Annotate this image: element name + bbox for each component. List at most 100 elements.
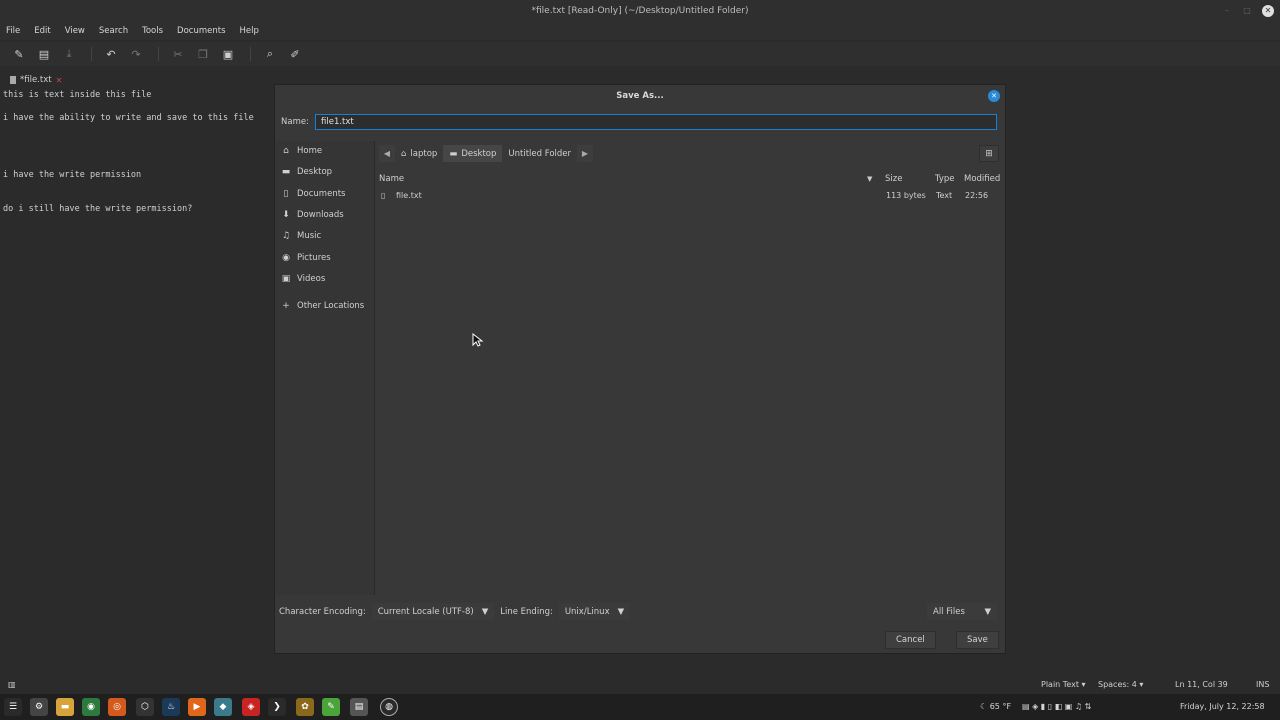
file-row[interactable]: ▯ file.txt 113 bytes Text 22:56: [375, 188, 1007, 204]
spaces-select[interactable]: Spaces: 4 ▾: [1098, 676, 1143, 694]
chevron-down-icon: ▼: [984, 606, 991, 617]
vlc-app-icon[interactable]: ▶: [188, 698, 206, 716]
place-pictures[interactable]: ◉ Pictures: [281, 250, 331, 266]
window-controls: – □ ✕: [1222, 0, 1274, 22]
close-icon[interactable]: ✕: [1262, 5, 1274, 17]
menu-help[interactable]: Help: [240, 26, 259, 36]
place-downloads[interactable]: ⬇ Downloads: [281, 207, 343, 223]
language-select[interactable]: Plain Text ▾: [1041, 676, 1086, 694]
text-editor-app-icon[interactable]: ▤: [350, 698, 368, 716]
path-segment-laptop[interactable]: ⌂ laptop: [395, 145, 443, 162]
tray-icons[interactable]: ▤ ◈ ▮ ▯ ◧ ▣ ♫ ⇅: [1022, 694, 1091, 720]
files-app-icon[interactable]: ▬: [56, 698, 74, 716]
place-desktop[interactable]: ▬ Desktop: [281, 164, 332, 180]
path-segment-desktop[interactable]: ▬ Desktop: [443, 145, 503, 162]
tab-file[interactable]: *file.txt ✕: [6, 72, 66, 88]
app-icon[interactable]: ◈: [242, 698, 260, 716]
encoding-value: Current Locale (UTF-8): [377, 606, 474, 617]
path-segment-untitled-folder[interactable]: Untitled Folder: [502, 145, 577, 162]
replace-icon[interactable]: ✐: [284, 43, 306, 65]
new-document-icon[interactable]: ✎: [8, 43, 30, 65]
app-icon[interactable]: ❯: [268, 698, 286, 716]
weather-value: 65 °F: [989, 702, 1012, 711]
paste-icon[interactable]: ▣: [217, 43, 239, 65]
chrome-app-icon[interactable]: ◉: [82, 698, 100, 716]
home-icon: ⌂: [401, 148, 407, 159]
place-home[interactable]: ⌂ Home: [281, 143, 322, 159]
copy-icon[interactable]: ❐: [192, 43, 214, 65]
firefox-app-icon[interactable]: ◎: [108, 698, 126, 716]
app-icon[interactable]: ✿: [296, 698, 314, 716]
weather-indicator[interactable]: ☾ 65 °F: [980, 694, 1011, 720]
menu-view[interactable]: View: [65, 26, 85, 36]
sidebar-toggle-icon[interactable]: ▥: [8, 676, 16, 694]
cursor-position: Ln 11, Col 39: [1175, 680, 1228, 689]
place-documents[interactable]: ▯ Documents: [281, 186, 346, 202]
path-forward-arrow-icon[interactable]: ▶: [577, 145, 593, 162]
path-back-arrow-icon[interactable]: ◀: [379, 145, 395, 162]
column-header-name[interactable]: Name: [379, 172, 404, 186]
filename-input[interactable]: [315, 114, 997, 130]
column-header-size[interactable]: Size: [885, 172, 902, 186]
app-icon[interactable]: ◍: [380, 698, 398, 716]
file-filter-select[interactable]: All Files ▼: [927, 603, 997, 620]
encoding-select[interactable]: Current Locale (UTF-8) ▼: [371, 603, 495, 620]
settings-app-icon[interactable]: ⚙: [30, 698, 48, 716]
text-file-icon: ▯: [381, 191, 386, 200]
chevron-down-icon: ▼: [481, 606, 489, 617]
column-header-type[interactable]: Type: [935, 172, 955, 186]
place-label: Other Locations: [297, 301, 365, 311]
steam-app-icon[interactable]: ♨: [162, 698, 180, 716]
line-ending-select[interactable]: Unix/Linux ▼: [558, 603, 631, 620]
menu-edit[interactable]: Edit: [34, 26, 50, 36]
file-modified: 22:56: [965, 191, 989, 200]
editor-app-icon[interactable]: ✎: [322, 698, 340, 716]
editor-line: this is text inside this file: [3, 90, 152, 100]
app-icon[interactable]: ◆: [214, 698, 232, 716]
place-other-locations[interactable]: + Other Locations: [281, 298, 364, 314]
spaces-value: Spaces: 4: [1098, 680, 1137, 689]
menu-search[interactable]: Search: [99, 26, 128, 36]
status-bar: ▥ Plain Text ▾ Spaces: 4 ▾ Ln 11, Col 39…: [0, 676, 1280, 694]
editor-line: do i still have the write permission?: [3, 204, 193, 214]
file-size: 113 bytes: [886, 191, 926, 200]
pictures-icon: ◉: [282, 253, 290, 263]
dialog-close-icon[interactable]: ✕: [988, 90, 1000, 102]
sort-down-icon: ▼: [867, 175, 873, 183]
app-icon[interactable]: ⬡: [136, 698, 154, 716]
path-label: laptop: [410, 148, 438, 159]
place-music[interactable]: ♫ Music: [281, 228, 321, 244]
redo-icon[interactable]: ↷: [125, 43, 147, 65]
tab-close-icon[interactable]: ✕: [56, 76, 63, 85]
menu-tools[interactable]: Tools: [142, 26, 163, 36]
minimize-icon[interactable]: –: [1222, 6, 1232, 16]
cancel-button[interactable]: Cancel: [885, 631, 936, 649]
search-icon[interactable]: ⌕: [259, 43, 281, 65]
dialog-title: Save As...: [616, 91, 664, 101]
line-ending-value: Unix/Linux: [564, 606, 610, 617]
undo-icon[interactable]: ↶: [100, 43, 122, 65]
toolbar: ✎ ▤ ⤓ ↶ ↷ ✂ ❐ ▣ ⌕ ✐: [0, 42, 1280, 66]
save-button[interactable]: Save: [956, 631, 999, 649]
window-title: *file.txt [Read-Only] (~/Desktop/Untitle…: [531, 6, 749, 16]
cut-icon[interactable]: ✂: [167, 43, 189, 65]
maximize-icon[interactable]: □: [1242, 6, 1252, 16]
filter-value: All Files: [933, 606, 965, 617]
place-videos[interactable]: ▣ Videos: [281, 271, 326, 287]
column-header-modified[interactable]: Modified: [964, 172, 1000, 186]
file-list: Name ▼ Size Type Modified ▯ file.txt 113…: [375, 172, 1007, 595]
save-icon[interactable]: ⤓: [58, 43, 80, 65]
clock[interactable]: Friday, July 12, 22:58: [1180, 694, 1265, 720]
taskbar: ☰ ⚙ ▬ ◉ ◎ ⬡ ♨ ▶ ◆ ◈ ❯ ✿ ✎ ▤ ◍ ☾ 65 °F ▤ …: [0, 694, 1280, 720]
menu-documents[interactable]: Documents: [177, 26, 225, 36]
menu-file[interactable]: File: [6, 26, 20, 36]
menu-icon[interactable]: ☰: [4, 698, 22, 716]
window-titlebar: *file.txt [Read-Only] (~/Desktop/Untitle…: [0, 0, 1280, 22]
path-label: Untitled Folder: [508, 148, 571, 159]
file-name: file.txt: [396, 191, 422, 200]
toolbar-separator: [158, 47, 159, 61]
file-type: Text: [936, 191, 953, 200]
text-editor[interactable]: this is text inside this file i have the…: [0, 90, 280, 670]
open-icon[interactable]: ▤: [33, 43, 55, 65]
create-folder-button[interactable]: ⊞: [979, 145, 999, 162]
